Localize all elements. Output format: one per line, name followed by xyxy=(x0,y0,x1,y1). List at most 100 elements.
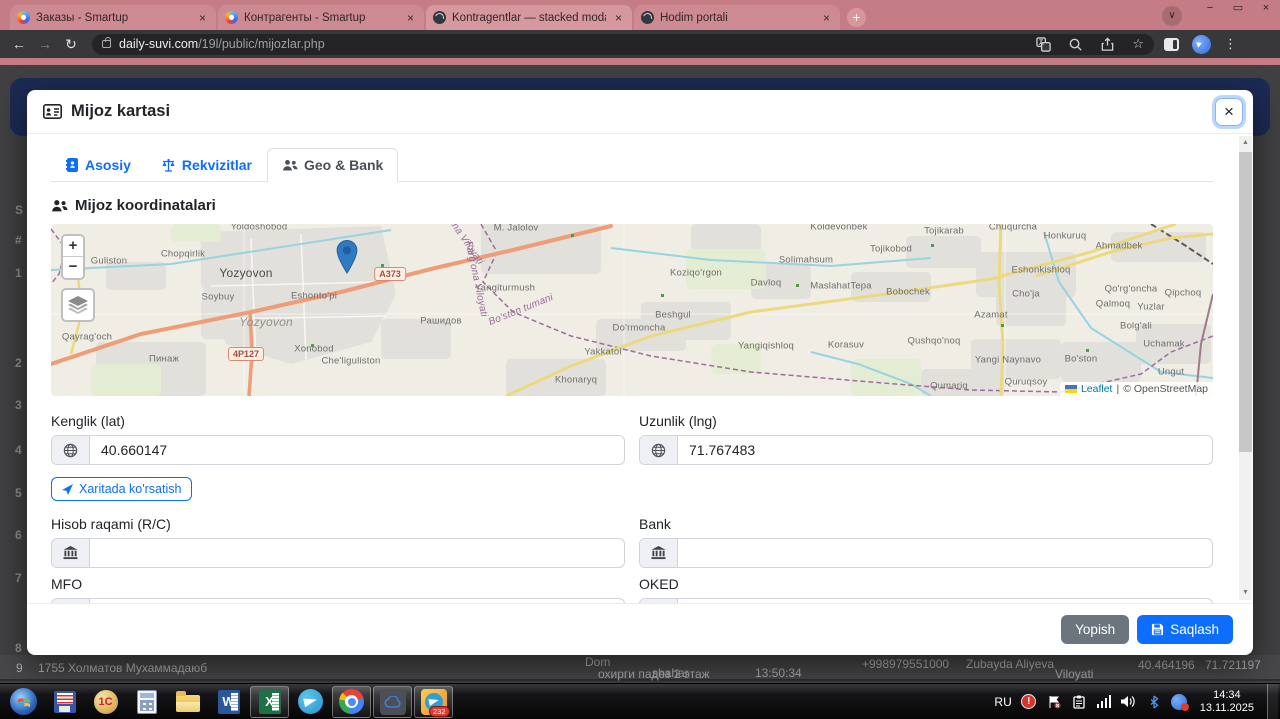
background-table-text: # xyxy=(15,233,22,247)
bookmark-star-icon[interactable]: ☆ xyxy=(1132,36,1144,52)
modal-footer: Yopish Saqlash xyxy=(27,603,1253,655)
browser-tab[interactable]: Kontragentlar — stacked modal (× xyxy=(426,5,632,30)
account-input[interactable] xyxy=(90,539,624,567)
start-button[interactable] xyxy=(4,686,43,718)
tab-label: Geo & Bank xyxy=(303,157,384,173)
attribution-separator: | xyxy=(1116,383,1120,395)
modal-close-button[interactable]: × xyxy=(1215,98,1243,126)
share-icon[interactable] xyxy=(1100,36,1115,52)
tab-close-icon[interactable]: × xyxy=(196,11,209,25)
map-zoom-control: + − xyxy=(61,234,85,280)
taskbar-app-floppy[interactable] xyxy=(45,686,84,718)
taskbar-clock[interactable]: 14:34 13.11.2025 xyxy=(1200,689,1254,715)
screen: Заказы - Smartup × Контрагенты - Smartup × K… xyxy=(0,0,1280,719)
scrollbar-thumb[interactable] xyxy=(1239,152,1252,452)
book-icon xyxy=(66,158,78,172)
ukraine-flag-icon xyxy=(1064,385,1077,393)
language-indicator[interactable]: RU xyxy=(994,695,1011,709)
clock-time: 14:34 xyxy=(1213,688,1241,701)
background-table-cell: 40.464196 xyxy=(1138,658,1195,672)
restore-button[interactable]: ▭ xyxy=(1224,0,1252,18)
zoom-search-icon[interactable] xyxy=(1068,37,1083,52)
globe-icon xyxy=(640,436,678,464)
id-card-icon xyxy=(43,104,62,119)
browser-tab[interactable]: Заказы - Smartup × xyxy=(10,5,216,30)
zoom-in-button[interactable]: + xyxy=(63,236,83,257)
background-table-text: 8 xyxy=(15,641,22,655)
tab-rekvizitlar[interactable]: Rekvizitlar xyxy=(146,148,267,182)
taskbar-app-1c[interactable]: 1С xyxy=(86,686,125,718)
taskbar-app-telegram[interactable] xyxy=(291,686,330,718)
show-on-map-button[interactable]: Xaritada ko'rsatish xyxy=(51,477,193,501)
browser-tab[interactable]: Hodim portali × xyxy=(634,5,840,30)
side-panel-icon[interactable] xyxy=(1164,37,1179,51)
taskbar-app-excel[interactable]: X xyxy=(250,685,289,718)
background-table-text: 6 xyxy=(15,528,22,542)
yopish-button[interactable]: Yopish xyxy=(1061,615,1130,644)
section-title-text: Mijoz koordinatalari xyxy=(75,197,216,214)
background-table-text: 5 xyxy=(15,486,22,500)
taskbar-app-cloud[interactable] xyxy=(373,685,412,718)
tray-app-icon[interactable] xyxy=(1170,693,1189,711)
taskbar-app-explorer[interactable] xyxy=(168,686,207,718)
bank-icon xyxy=(640,539,678,567)
saqlash-label: Saqlash xyxy=(1170,622,1219,637)
scroll-down-arrow[interactable]: ▼ xyxy=(1239,586,1252,600)
saqlash-button[interactable]: Saqlash xyxy=(1137,615,1233,644)
taskbar-app-calculator[interactable] xyxy=(127,686,166,718)
map-layers-control[interactable] xyxy=(61,288,95,322)
forward-button[interactable]: → xyxy=(32,36,58,52)
scroll-up-arrow[interactable]: ▲ xyxy=(1239,136,1252,150)
background-table-cell: Zubayda Aliyeva xyxy=(966,657,1055,671)
background-table-cell: 13:50:34 xyxy=(755,666,802,680)
bank-input[interactable] xyxy=(678,539,1212,567)
lng-input[interactable] xyxy=(678,436,1212,464)
taskbar-app-telegram-2[interactable]: 232 xyxy=(414,685,453,718)
tab-close-icon[interactable]: × xyxy=(404,11,417,25)
smartup-favicon-icon xyxy=(225,11,238,24)
account-field: Hisob raqami (R/C) xyxy=(51,516,625,568)
leaflet-map[interactable]: Yoldoshobod M. Jalolov Koldevonbek Tojikara… xyxy=(51,224,1213,396)
alert-icon[interactable]: ! xyxy=(1021,694,1037,710)
volume-icon[interactable] xyxy=(1121,694,1137,710)
modal-body: Asosiy Rekvizitlar Geo & Bank Mijoz koor… xyxy=(27,134,1253,603)
lat-field: Kenglik (lat) xyxy=(51,413,625,465)
reload-button[interactable]: ↻ xyxy=(58,36,84,53)
navigation-icon xyxy=(62,483,73,495)
ssl-lock-icon[interactable] xyxy=(102,37,111,48)
map-marker-icon[interactable] xyxy=(336,239,358,279)
zoom-out-button[interactable]: − xyxy=(63,257,83,278)
tab-search-chevron-icon[interactable]: ∨ xyxy=(1162,6,1182,26)
window-close-button[interactable]: × xyxy=(1252,0,1280,18)
tab-title: Hodim portali xyxy=(660,11,728,24)
network-signal-icon[interactable] xyxy=(1096,694,1112,710)
tab-close-icon[interactable]: × xyxy=(820,11,833,25)
modal-scrollbar[interactable]: ▲ ▼ xyxy=(1239,136,1252,600)
tab-close-icon[interactable]: × xyxy=(612,11,625,25)
action-center-flag-icon[interactable] xyxy=(1046,694,1062,710)
address-bar[interactable]: daily-suvi.com/19l/public/mijozlar.php ☆ xyxy=(92,33,1154,55)
bluetooth-icon[interactable] xyxy=(1146,694,1162,710)
browser-tab[interactable]: Контрагенты - Smartup × xyxy=(218,5,424,30)
taskbar-app-chrome[interactable] xyxy=(332,685,371,718)
system-tray: RU ! 14:34 13.11.2025 xyxy=(994,683,1280,719)
tab-asosiy[interactable]: Asosiy xyxy=(51,148,146,182)
minimize-button[interactable]: − xyxy=(1196,0,1224,18)
modal-header: Mijoz kartasi xyxy=(27,90,1253,134)
osm-link[interactable]: © OpenStreetMap xyxy=(1123,383,1208,395)
lat-input[interactable] xyxy=(90,436,624,464)
leaflet-link[interactable]: Leaflet xyxy=(1081,383,1113,395)
profile-avatar[interactable] xyxy=(1192,34,1211,54)
toolbar-right: ⋮ xyxy=(1164,34,1237,54)
taskbar-app-word[interactable]: W xyxy=(209,686,248,718)
clipboard-icon[interactable] xyxy=(1071,694,1087,710)
mfo-field: MFO xyxy=(51,576,625,603)
browser-menu-icon[interactable]: ⋮ xyxy=(1224,36,1237,52)
back-button[interactable]: ← xyxy=(6,36,32,52)
show-desktop-button[interactable] xyxy=(1267,683,1278,719)
clock-date: 13.11.2025 xyxy=(1199,701,1254,714)
tab-geo-bank[interactable]: Geo & Bank xyxy=(266,148,399,182)
modal-tabs: Asosiy Rekvizitlar Geo & Bank xyxy=(51,148,1213,182)
translate-icon[interactable] xyxy=(1036,36,1052,52)
new-tab-button[interactable]: + xyxy=(847,8,866,27)
